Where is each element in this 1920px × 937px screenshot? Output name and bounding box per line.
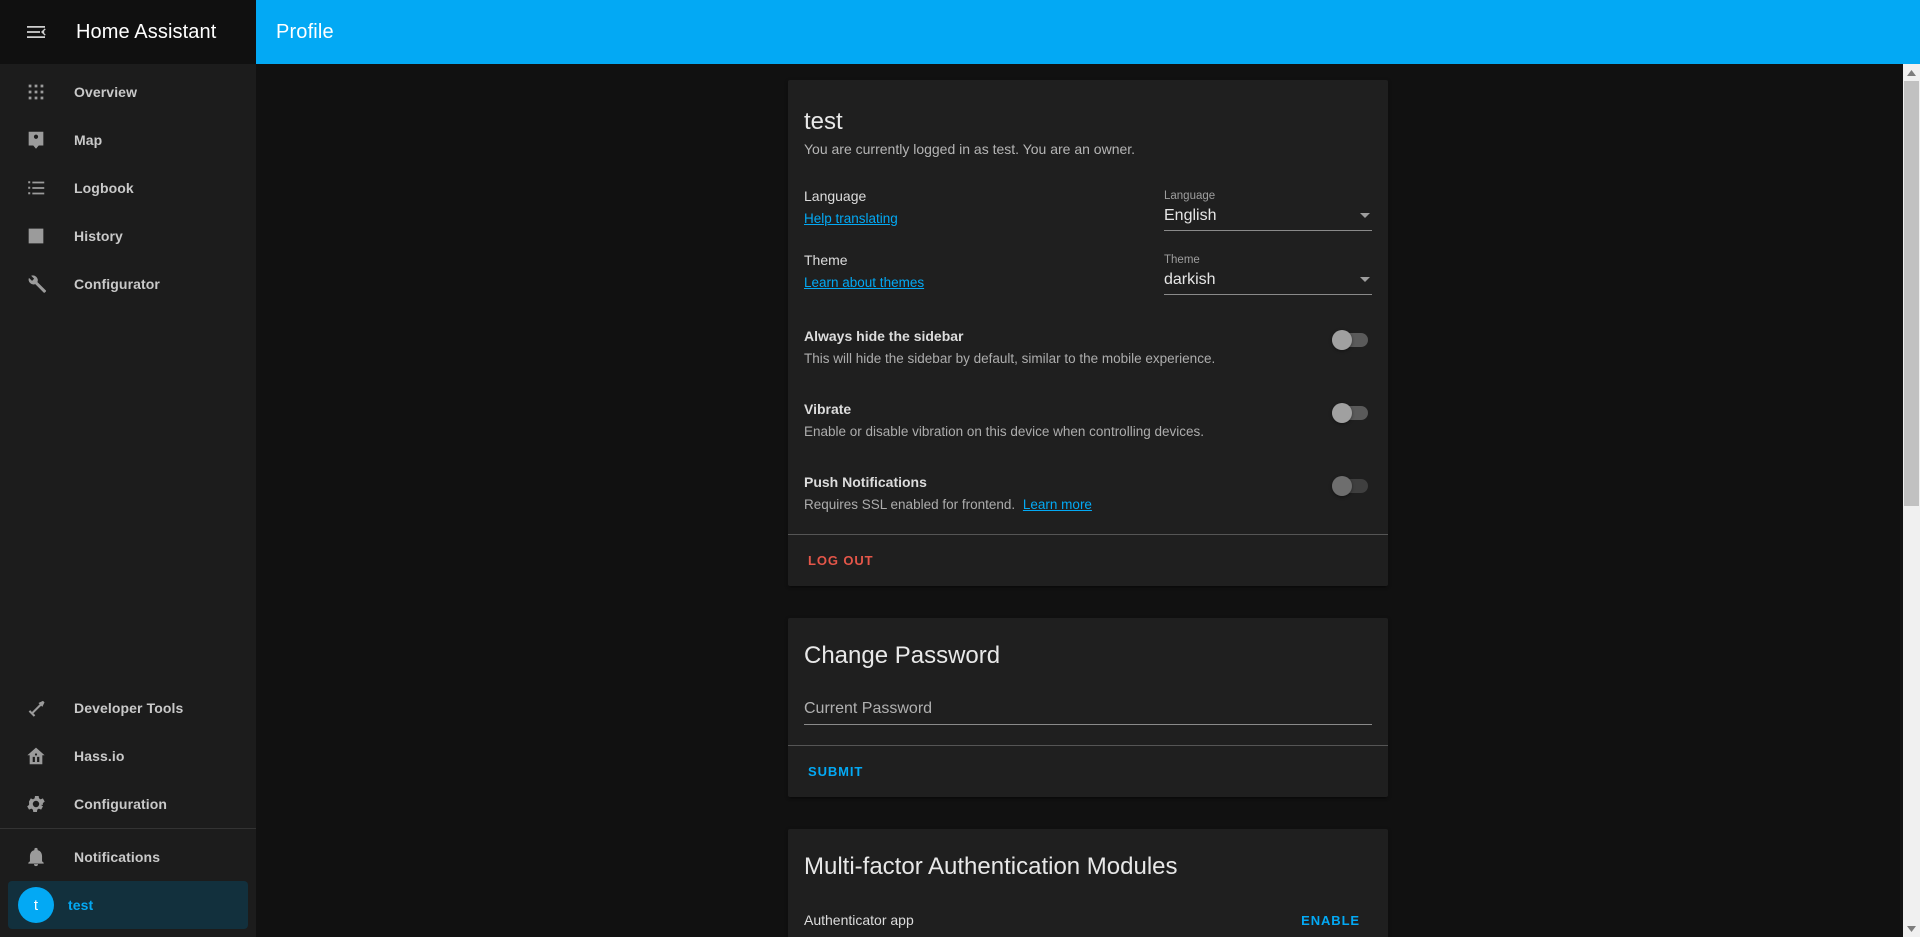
- account-badge-icon: [12, 116, 60, 164]
- sidebar-item-label: Developer Tools: [74, 700, 184, 716]
- chevron-down-icon: [1360, 277, 1370, 283]
- scrollbar-thumb[interactable]: [1904, 81, 1919, 506]
- push-notifications-row: Push Notifications Requires SSL enabled …: [804, 453, 1372, 518]
- vibrate-row: Vibrate Enable or disable vibration on t…: [804, 380, 1372, 453]
- mfa-card-title: Multi-factor Authentication Modules: [804, 852, 1178, 880]
- theme-select-value: darkish: [1164, 270, 1216, 288]
- sidebar-footer: Notifications t test: [0, 829, 256, 937]
- theme-select[interactable]: Theme darkish: [1164, 251, 1372, 295]
- sidebar-item-label: Configuration: [74, 796, 168, 812]
- sidebar-item-developer-tools[interactable]: Developer Tools: [0, 684, 248, 732]
- avatar: t: [18, 887, 54, 923]
- language-select-label: Language: [1164, 189, 1216, 202]
- hide-sidebar-row: Always hide the sidebar This will hide t…: [804, 307, 1372, 380]
- toggle-knob: [1332, 329, 1352, 350]
- sidebar-item-history[interactable]: History: [0, 212, 248, 260]
- scroll-content: test You are currently logged in as test…: [256, 64, 1920, 937]
- vibrate-description: Enable or disable vibration on this devi…: [804, 423, 1204, 439]
- chevron-down-icon: [1360, 213, 1370, 219]
- language-row: Language Help translating Language Engli…: [804, 179, 1372, 243]
- sidebar-item-label: Map: [74, 132, 103, 148]
- app-root: Home Assistant Overview Map Logbook Hist…: [0, 0, 1920, 937]
- page-title: Profile: [276, 20, 334, 43]
- sidebar-item-label: History: [74, 228, 123, 244]
- profile-card-actions: LOG OUT: [788, 533, 1388, 586]
- wrench-icon: [12, 260, 60, 308]
- mfa-enable-button[interactable]: ENABLE: [1289, 903, 1372, 937]
- language-select-value: English: [1164, 206, 1217, 224]
- profile-card-title: test: [804, 108, 843, 135]
- format-list-bulleted-icon: [12, 164, 60, 212]
- change-password-title: Change Password: [804, 641, 1001, 669]
- sidebar-item-configuration[interactable]: Configuration: [0, 780, 248, 828]
- language-select[interactable]: Language English: [1164, 187, 1372, 231]
- sidebar-item-label: Notifications: [74, 849, 161, 865]
- sidebar-item-logbook[interactable]: Logbook: [0, 164, 248, 212]
- app-toolbar: Profile: [256, 0, 1920, 64]
- sidebar-item-profile[interactable]: t test: [8, 881, 248, 929]
- push-notifications-title: Push Notifications: [804, 473, 927, 490]
- sidebar-header: Home Assistant: [0, 0, 256, 64]
- cog-icon: [12, 780, 60, 828]
- mfa-module-name: Authenticator app: [804, 912, 914, 929]
- sidebar: Home Assistant Overview Map Logbook Hist…: [0, 0, 256, 937]
- sidebar-item-label: Logbook: [74, 180, 134, 196]
- chart-box-icon: [12, 212, 60, 260]
- hide-sidebar-toggle[interactable]: [1332, 329, 1368, 350]
- vibrate-toggle[interactable]: [1332, 402, 1368, 423]
- app-title: Home Assistant: [76, 20, 217, 43]
- sidebar-item-label: Configurator: [74, 276, 160, 292]
- toggle-knob: [1332, 475, 1352, 496]
- sidebar-item-label: Overview: [74, 84, 138, 100]
- toggle-knob: [1332, 402, 1352, 423]
- sidebar-nav-secondary: Developer Tools Hass.io Configuration: [0, 684, 256, 828]
- menu-collapse-icon[interactable]: [12, 8, 60, 56]
- language-heading: Language: [804, 187, 867, 204]
- sidebar-item-map[interactable]: Map: [0, 116, 248, 164]
- apps-grid-icon: [12, 68, 60, 116]
- hide-sidebar-description: This will hide the sidebar by default, s…: [804, 350, 1216, 366]
- current-password-field[interactable]: [804, 699, 1372, 725]
- log-out-button[interactable]: LOG OUT: [796, 543, 886, 578]
- change-password-actions: SUBMIT: [788, 744, 1388, 797]
- submit-button[interactable]: SUBMIT: [796, 754, 875, 789]
- sidebar-nav-primary: Overview Map Logbook History Configurato…: [0, 64, 256, 308]
- change-password-card: Change Password SUBMIT: [788, 617, 1388, 797]
- vertical-scrollbar[interactable]: [1903, 64, 1920, 937]
- vibrate-title: Vibrate: [804, 400, 852, 417]
- scroll-up-arrow[interactable]: [1903, 64, 1920, 81]
- push-notifications-toggle[interactable]: [1332, 475, 1368, 496]
- sidebar-item-label: Hass.io: [74, 748, 125, 764]
- current-password-input[interactable]: [804, 699, 1372, 718]
- sidebar-item-hassio[interactable]: Hass.io: [0, 732, 248, 780]
- hammer-icon: [12, 684, 60, 732]
- push-notifications-description: Requires SSL enabled for frontend.: [804, 496, 1016, 512]
- mfa-module-row: Authenticator app ENABLE: [796, 889, 1380, 937]
- theme-row: Theme Learn about themes Theme darkish: [804, 243, 1372, 307]
- scroll-down-arrow[interactable]: [1903, 920, 1920, 937]
- hide-sidebar-title: Always hide the sidebar: [804, 327, 964, 344]
- main-area: Profile test You are currently logged in…: [256, 0, 1920, 937]
- push-learn-more-link[interactable]: Learn more: [1023, 497, 1092, 512]
- learn-about-themes-link[interactable]: Learn about themes: [804, 275, 924, 290]
- theme-heading: Theme: [804, 251, 848, 268]
- bell-icon: [12, 833, 60, 881]
- profile-card: test You are currently logged in as test…: [788, 80, 1388, 586]
- help-translating-link[interactable]: Help translating: [804, 211, 898, 226]
- sidebar-item-label: test: [68, 897, 94, 913]
- sidebar-item-overview[interactable]: Overview: [0, 68, 248, 116]
- sidebar-item-notifications[interactable]: Notifications: [0, 833, 248, 881]
- mfa-card: Multi-factor Authentication Modules Auth…: [788, 828, 1388, 937]
- hassio-home-icon: [12, 732, 60, 780]
- sidebar-item-configurator[interactable]: Configurator: [0, 260, 248, 308]
- profile-card-subtitle: You are currently logged in as test. You…: [804, 140, 1136, 157]
- scrollbar-track[interactable]: [1903, 81, 1920, 920]
- theme-select-label: Theme: [1164, 253, 1200, 266]
